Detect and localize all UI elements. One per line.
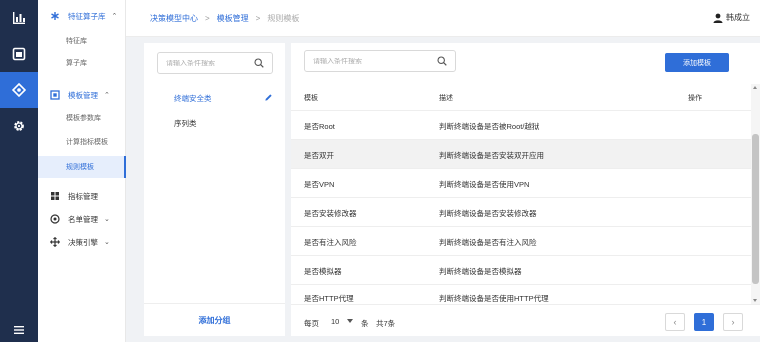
category-label: 序列类: [174, 118, 197, 128]
menu-item-feature-lib[interactable]: 特征库: [38, 31, 126, 51]
total-count: 共7条: [376, 319, 396, 328]
side-menu: 特征算子库 ⌃ 特征库 算子库 模板管理 ⌃ 模板参数库 计算指标模板 规则模板…: [38, 0, 126, 342]
breadcrumb-decision-center[interactable]: 决策模型中心: [150, 13, 198, 24]
menu-group-feature[interactable]: 特征算子库 ⌃: [38, 6, 126, 26]
add-group-button[interactable]: 添加分组: [144, 303, 285, 336]
menu-item-template-params[interactable]: 模板参数库: [38, 108, 126, 128]
category-panel: 终端安全类 序列类 添加分组: [144, 43, 285, 336]
table-row[interactable]: 是否HTTP代理 判断终端设备是否使用HTTP代理: [291, 285, 751, 304]
edit-icon[interactable]: [264, 93, 273, 102]
breadcrumb-current: 规则模板: [267, 14, 300, 23]
row-description: 判断终端设备是否安装双开应用: [439, 151, 544, 160]
table-header: 模板 描述 操作: [291, 84, 751, 111]
row-description: 判断终端设备是否有注入风险: [439, 238, 537, 247]
grid-icon: [50, 191, 60, 201]
chevron-up-icon: ⌃: [111, 13, 118, 20]
menu-group-label: 指标管理: [68, 191, 98, 201]
pagination: 每页 10 条 共7条 ‹ 1 ›: [291, 304, 760, 336]
chevron-down-icon: ⌄: [104, 239, 110, 246]
menu-group-label: 名单管理: [68, 214, 98, 224]
row-template-name: 是否Root: [304, 122, 335, 131]
menu-item-metric-template[interactable]: 计算指标模板: [38, 132, 126, 152]
column-header-action: 操作: [688, 95, 702, 102]
menu-group-template[interactable]: 模板管理 ⌃: [38, 85, 126, 105]
table-row[interactable]: 是否Root 判断终端设备是否被Root/越狱: [291, 111, 751, 140]
menu-group-label: 决策引擎: [68, 237, 98, 247]
table-row[interactable]: 是否VPN 判断终端设备是否使用VPN: [291, 169, 751, 198]
column-header-template: 模板: [304, 95, 318, 102]
template-icon: [50, 90, 60, 100]
user-icon: [713, 13, 723, 23]
template-search-input[interactable]: [305, 57, 437, 65]
top-header: 决策模型中心 > 模板管理 > 规则模板 韩成立: [126, 0, 760, 37]
search-icon[interactable]: [437, 56, 447, 66]
move-icon: [50, 237, 60, 247]
row-template-name: 是否HTTP代理: [304, 294, 354, 303]
row-description: 判断终端设备是否安装修改器: [439, 209, 537, 218]
row-template-name: 是否有注入风险: [304, 238, 357, 247]
table-row[interactable]: 是否安装修改器 判断终端设备是否安装修改器: [291, 198, 751, 227]
row-description: 判断终端设备是否使用HTTP代理: [439, 294, 549, 303]
scrollbar-thumb[interactable]: [752, 134, 759, 284]
caret-down-icon: [347, 319, 353, 323]
table-row[interactable]: 是否模拟器 判断终端设备是否模拟器: [291, 256, 751, 285]
table-row[interactable]: 是否双开 判断终端设备是否安装双开应用: [291, 140, 751, 169]
menu-group-label: 模板管理: [68, 90, 98, 100]
chevron-down-icon: ⌄: [104, 216, 110, 223]
breadcrumb-separator: >: [205, 14, 210, 23]
chevron-up-icon: ⌃: [104, 92, 110, 99]
template-search[interactable]: [304, 50, 456, 72]
template-panel: 添加模板 模板 描述 操作 是否Root 判断终端设备是否被Root/越狱 是否…: [291, 43, 760, 336]
page-size-select[interactable]: 10: [327, 313, 357, 329]
add-template-button[interactable]: 添加模板: [665, 53, 729, 72]
menu-group-engine[interactable]: 决策引擎 ⌄: [38, 232, 126, 252]
chart-icon[interactable]: [0, 0, 38, 36]
breadcrumb: 决策模型中心 > 模板管理 > 规则模板: [150, 13, 299, 24]
breadcrumb-separator: >: [255, 14, 261, 23]
user-name: 韩成立: [726, 13, 750, 22]
page-button-1[interactable]: 1: [694, 313, 714, 331]
scroll-up-arrow[interactable]: [753, 86, 757, 89]
prev-page-button[interactable]: ‹: [665, 313, 685, 331]
search-icon[interactable]: [254, 58, 264, 68]
icon-rail: [0, 0, 38, 342]
row-template-name: 是否模拟器: [304, 267, 342, 276]
category-search[interactable]: [157, 52, 273, 74]
diamond-icon[interactable]: [0, 72, 38, 108]
category-item-sequence[interactable]: 序列类: [144, 114, 285, 132]
row-template-name: 是否VPN: [304, 180, 335, 189]
category-search-input[interactable]: [158, 59, 254, 67]
table-row[interactable]: 是否有注入风险 判断终端设备是否有注入风险: [291, 227, 751, 256]
menu-group-label: 特征算子库: [68, 11, 106, 21]
column-header-description: 描述: [439, 95, 453, 102]
page-size-unit: 条: [361, 319, 369, 328]
hamburger-icon[interactable]: [0, 312, 38, 342]
category-item-terminal[interactable]: 终端安全类: [144, 89, 285, 107]
user-menu[interactable]: 韩成立: [713, 12, 750, 23]
row-description: 判断终端设备是否使用VPN: [439, 180, 530, 189]
menu-item-rule-template[interactable]: 规则模板: [38, 156, 126, 178]
per-page-label: 每页: [304, 319, 319, 328]
chevron-left-icon: ‹: [673, 317, 677, 327]
window-icon[interactable]: [0, 36, 38, 72]
next-page-button[interactable]: ›: [723, 313, 743, 331]
row-template-name: 是否双开: [304, 151, 334, 160]
chevron-right-icon: ›: [731, 317, 735, 327]
scroll-down-arrow[interactable]: [753, 299, 757, 302]
asterisk-icon: [50, 11, 60, 21]
row-description: 判断终端设备是否模拟器: [439, 267, 522, 276]
table-scrollbar[interactable]: [751, 84, 760, 304]
menu-group-list[interactable]: 名单管理 ⌄: [38, 209, 126, 229]
menu-item-operator-lib[interactable]: 算子库: [38, 53, 126, 73]
category-label: 终端安全类: [174, 93, 212, 103]
page-size-value: 10: [331, 316, 340, 326]
row-description: 判断终端设备是否被Root/越狱: [439, 122, 540, 131]
breadcrumb-template-mgmt[interactable]: 模板管理: [217, 13, 249, 24]
radar-icon: [50, 214, 60, 224]
menu-group-metric[interactable]: 指标管理: [38, 186, 126, 206]
gear-icon[interactable]: [0, 108, 38, 144]
row-template-name: 是否安装修改器: [304, 209, 357, 218]
